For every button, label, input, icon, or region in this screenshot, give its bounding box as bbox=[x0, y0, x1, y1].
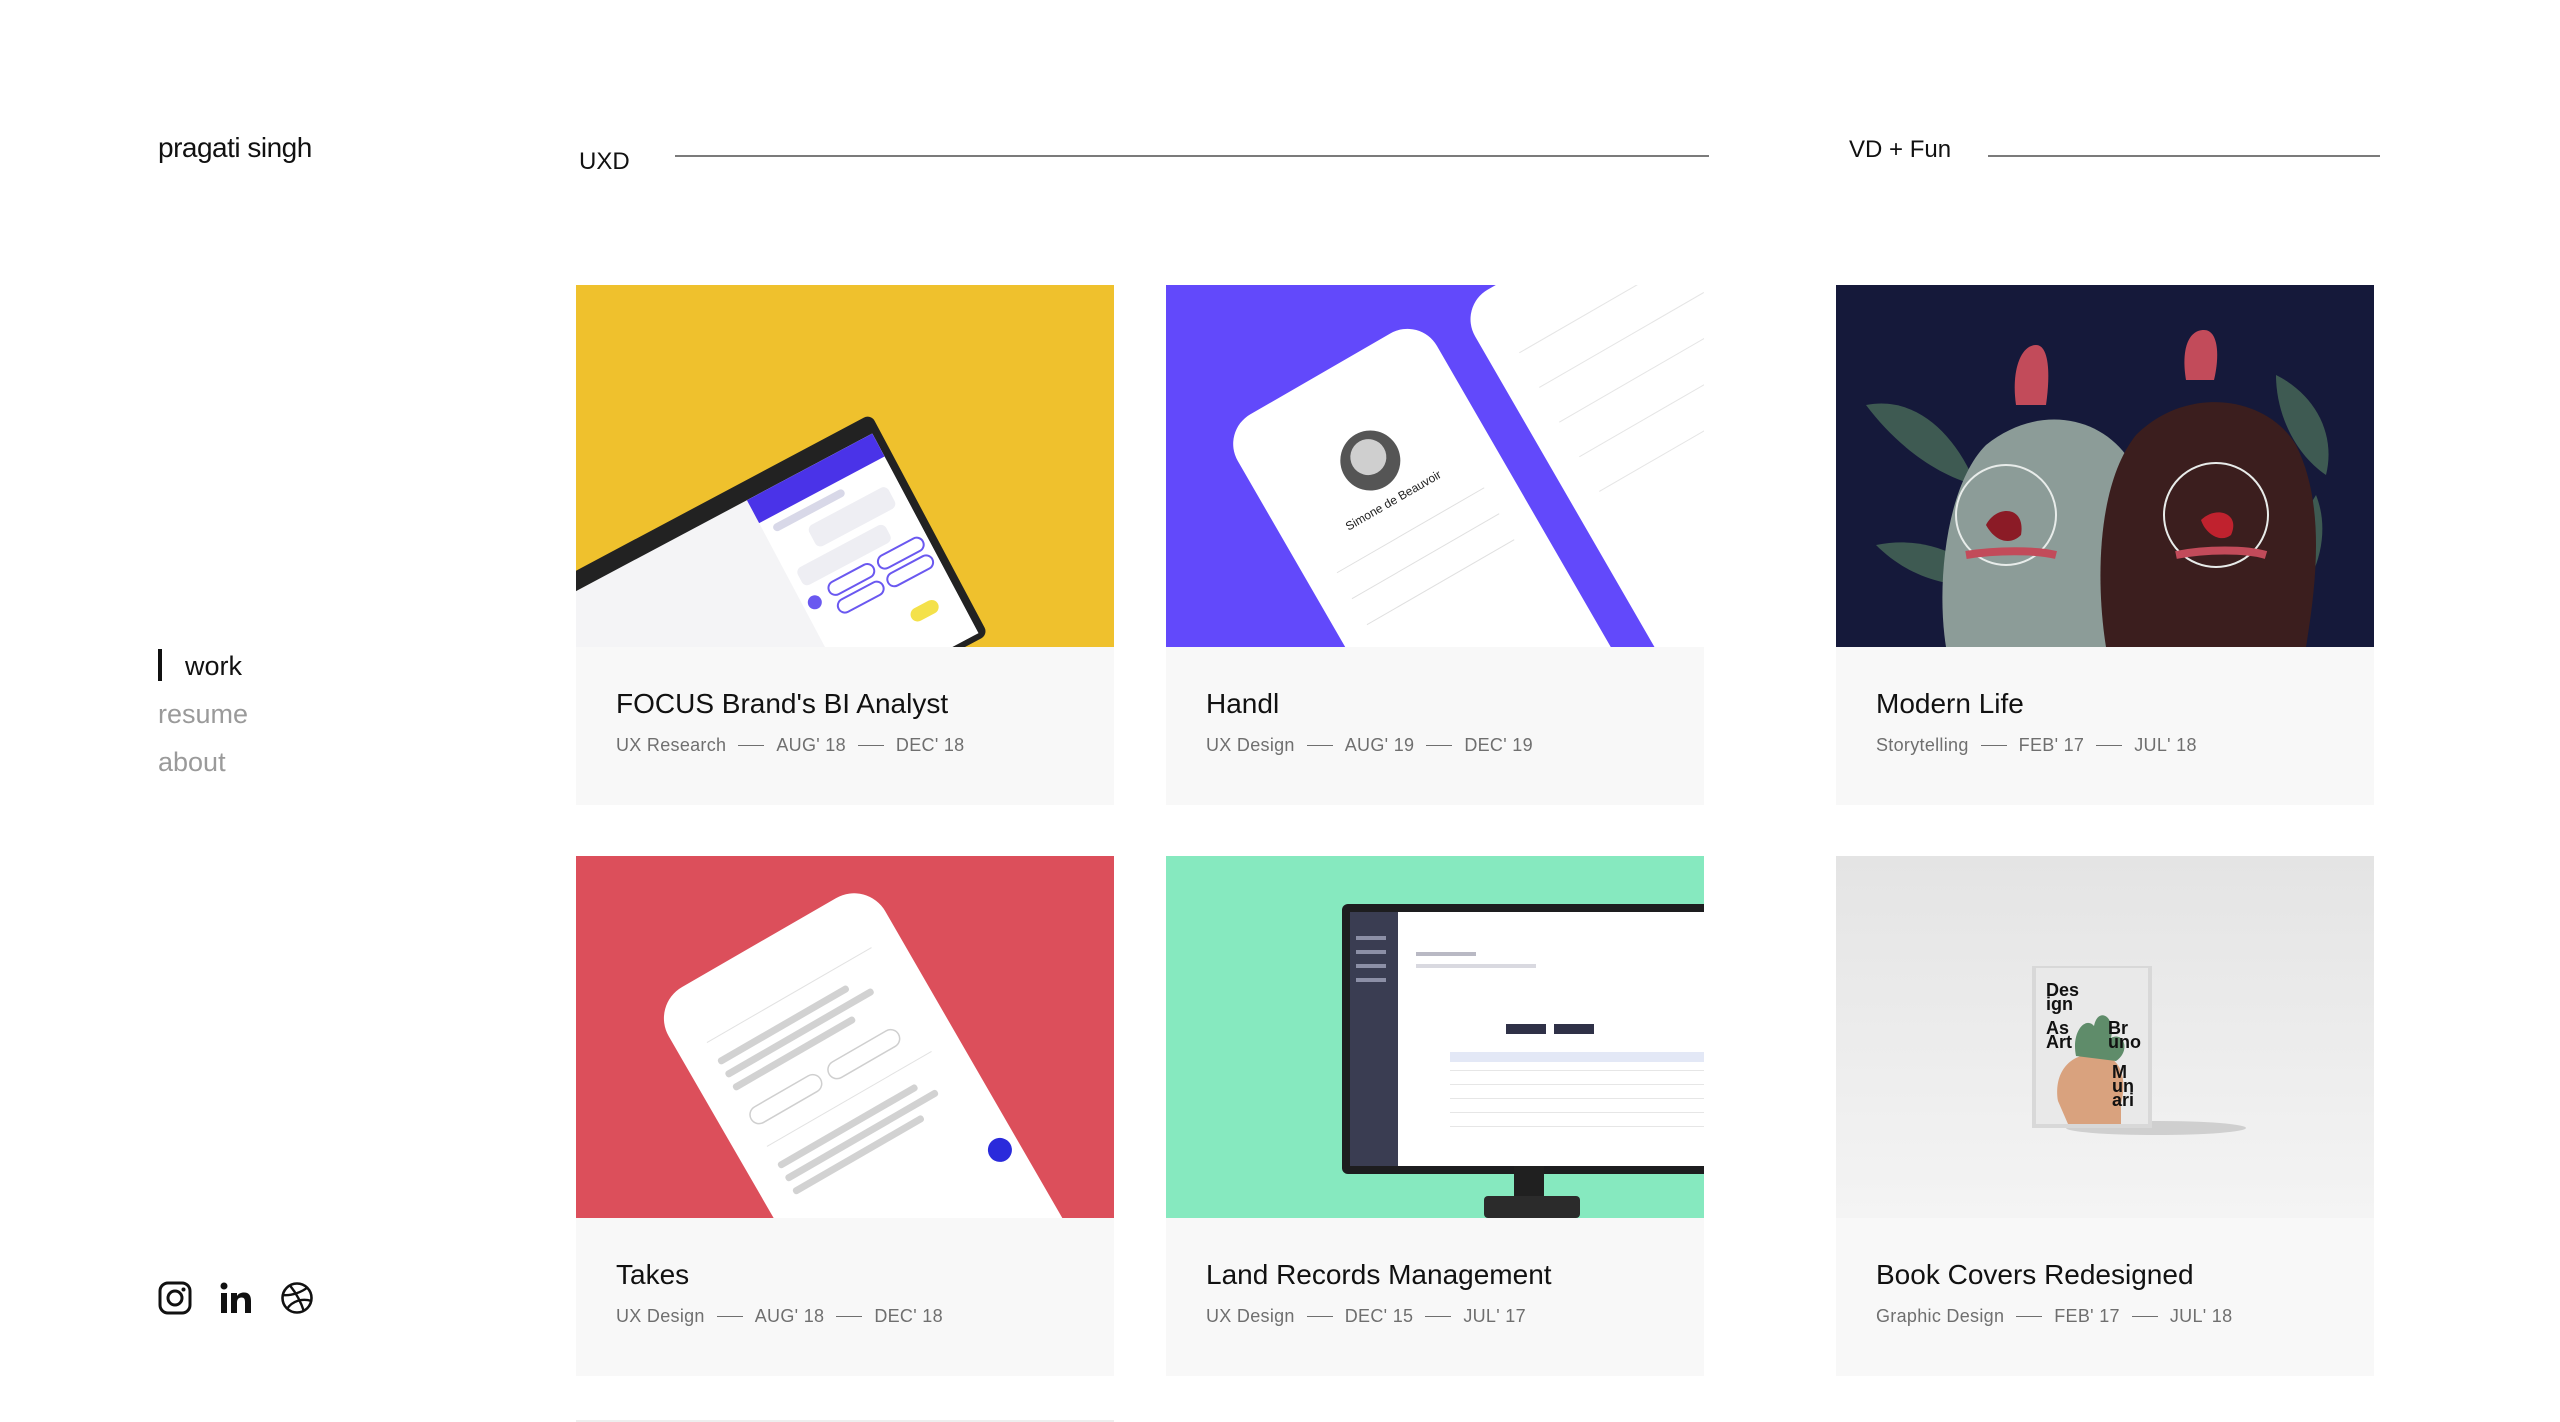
project-start-date: FEB' 17 bbox=[2054, 1306, 2120, 1326]
project-card-takes[interactable]: Takes UX Design AUG' 18 DEC' 18 bbox=[576, 856, 1114, 1376]
project-end-date: JUL' 17 bbox=[1463, 1306, 1526, 1326]
nav-item-work[interactable]: work bbox=[158, 645, 248, 693]
section-title-vd: VD + Fun bbox=[1849, 136, 1952, 163]
project-thumbnail: Simone de Beauvoir bbox=[1166, 285, 1704, 647]
meta-dash bbox=[716, 1316, 743, 1317]
project-card-modern-life[interactable]: Modern Life Storytelling FEB' 17 JUL' 18 bbox=[1836, 285, 2374, 805]
project-start-date: FEB' 17 bbox=[2018, 735, 2085, 755]
project-title: Modern Life bbox=[1876, 688, 2024, 719]
project-category: UX Research bbox=[616, 735, 727, 755]
nav-item-resume[interactable]: resume bbox=[158, 693, 248, 741]
section-divider bbox=[1988, 155, 2380, 157]
project-thumbnail bbox=[1166, 856, 1704, 1218]
project-thumbnail bbox=[1836, 285, 2374, 647]
project-category: UX Design bbox=[1206, 1306, 1295, 1326]
project-start-date: DEC' 15 bbox=[1344, 1306, 1414, 1326]
project-end-date: DEC' 18 bbox=[895, 735, 965, 755]
book-cover-word: uno bbox=[2108, 1032, 2141, 1052]
main-nav: work resume about bbox=[158, 645, 248, 789]
meta-dash bbox=[1980, 745, 2007, 746]
project-start-date: AUG' 19 bbox=[1344, 735, 1415, 755]
meta-dash bbox=[2016, 1316, 2043, 1317]
book-cover-word: Art bbox=[2046, 1032, 2072, 1052]
project-card-focus[interactable]: FOCUS Brand's BI Analyst UX Research AUG… bbox=[576, 285, 1114, 805]
project-meta: UX Design DEC' 15 JUL' 17 bbox=[1206, 1306, 1526, 1327]
project-thumbnail: Des ign As Art Br uno M un ari bbox=[1836, 856, 2374, 1218]
meta-dash bbox=[1306, 745, 1333, 746]
meta-dash bbox=[836, 1316, 863, 1317]
nav-item-about[interactable]: about bbox=[158, 741, 248, 789]
meta-dash bbox=[738, 745, 765, 746]
project-start-date: AUG' 18 bbox=[776, 735, 846, 755]
project-meta: UX Design AUG' 18 DEC' 18 bbox=[616, 1306, 943, 1327]
site-logo[interactable]: pragati singh bbox=[158, 132, 312, 164]
meta-dash bbox=[1306, 1316, 1333, 1317]
meta-dash bbox=[1425, 1316, 1452, 1317]
meta-dash bbox=[2096, 745, 2123, 746]
instagram-icon[interactable] bbox=[158, 1281, 192, 1315]
project-category: UX Design bbox=[1206, 735, 1295, 755]
project-end-date: JUL' 18 bbox=[2134, 735, 2197, 755]
meta-dash bbox=[857, 745, 884, 746]
project-title: Book Covers Redesigned bbox=[1876, 1259, 2194, 1290]
project-category: Graphic Design bbox=[1876, 1306, 2005, 1326]
project-title: Takes bbox=[616, 1259, 690, 1290]
linkedin-icon[interactable] bbox=[219, 1281, 253, 1315]
project-end-date: DEC' 19 bbox=[1464, 735, 1533, 755]
project-category: Storytelling bbox=[1876, 735, 1969, 755]
meta-dash bbox=[2131, 1316, 2158, 1317]
project-end-date: DEC' 18 bbox=[874, 1306, 943, 1326]
project-title: FOCUS Brand's BI Analyst bbox=[616, 688, 949, 719]
project-thumbnail bbox=[576, 856, 1114, 1218]
project-title: Handl bbox=[1206, 688, 1280, 719]
project-meta: UX Design AUG' 19 DEC' 19 bbox=[1206, 735, 1533, 756]
project-card-book-covers[interactable]: Des ign As Art Br uno M un ari Book Cove… bbox=[1836, 856, 2374, 1376]
dribbble-icon[interactable] bbox=[280, 1281, 314, 1315]
project-card-handl[interactable]: Simone de Beauvoir Handl UX Design AUG' … bbox=[1166, 285, 1704, 805]
project-meta: UX Research AUG' 18 DEC' 18 bbox=[616, 735, 965, 756]
project-title: Land Records Management bbox=[1206, 1259, 1552, 1290]
project-end-date: JUL' 18 bbox=[2169, 1306, 2233, 1326]
book-cover-word: ign bbox=[2046, 994, 2073, 1014]
meta-dash bbox=[1426, 745, 1453, 746]
project-category: UX Design bbox=[616, 1306, 705, 1326]
project-card-land-records[interactable]: Land Records Management UX Design DEC' 1… bbox=[1166, 856, 1704, 1376]
section-title-uxd: UXD bbox=[579, 148, 630, 175]
project-meta: Storytelling FEB' 17 JUL' 18 bbox=[1876, 735, 2197, 756]
project-meta: Graphic Design FEB' 17 JUL' 18 bbox=[1876, 1306, 2232, 1327]
book-cover-word: ari bbox=[2112, 1090, 2134, 1110]
social-links bbox=[158, 1281, 314, 1315]
section-divider bbox=[675, 155, 1709, 157]
project-thumbnail bbox=[576, 285, 1114, 647]
project-start-date: AUG' 18 bbox=[754, 1306, 825, 1326]
